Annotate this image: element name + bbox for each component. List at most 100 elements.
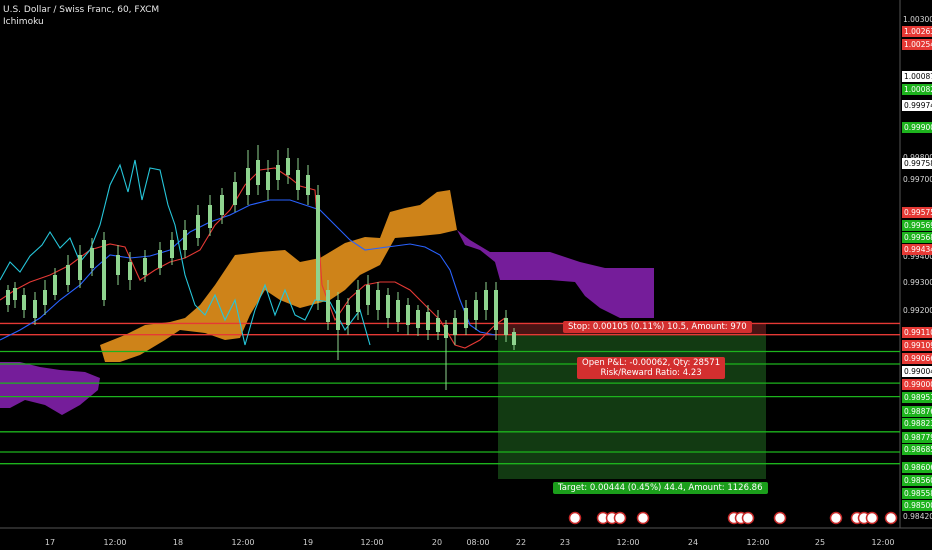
candle-body-16 [196,215,200,238]
candle-body-18 [220,195,224,215]
y-tick-label: 0.99200 [903,306,932,315]
candle-body-3 [33,300,37,318]
chart-background [0,0,932,550]
x-tick-label: 23 [559,538,571,547]
risk-reward-text: Risk/Reward Ratio: 4.23 [600,368,702,378]
event-marker-9 [829,511,843,525]
x-tick-label: 12:00 [103,538,127,547]
candle-body-47 [512,332,516,345]
candle-body-30 [346,305,350,325]
price-label: 0.98558 [902,488,932,499]
x-tick-label: 20 [431,538,443,547]
price-label: 0.98560 [902,475,932,486]
candle-body-5 [53,275,57,295]
price-label: 0.99758 [902,158,932,169]
price-label: 0.99109 [902,340,932,351]
y-tick-label: 0.99700 [903,175,932,184]
candle-body-21 [256,160,260,185]
y-tick-label: 0.99300 [903,278,932,287]
candle-body-36 [406,305,410,325]
candle-body-10 [116,255,120,275]
candle-body-29 [336,300,340,330]
chart-canvas[interactable] [0,0,932,550]
candle-body-20 [246,168,250,195]
event-marker-8 [773,511,787,525]
candle-body-19 [233,182,237,205]
candle-body-33 [376,290,380,310]
price-label: 0.98606 [902,462,932,473]
candle-body-46 [504,318,508,335]
x-tick-label: 08:00 [466,538,490,547]
indicator-label: Ichimoku [3,17,44,27]
price-label: 0.99004 [902,366,932,377]
price-label: 0.99575 [902,207,932,218]
price-label: 0.99110 [902,327,932,338]
candle-body-13 [158,250,162,268]
candle-body-31 [356,290,360,312]
price-label: 0.99000 [902,379,932,390]
x-tick-label: 24 [687,538,699,547]
candle-body-42 [464,308,468,328]
price-label: 1.00087 [902,71,932,82]
price-label: 0.98951 [902,392,932,403]
candle-body-35 [396,300,400,322]
event-marker-0 [568,511,582,525]
y-tick-label: 0.98420 [903,512,932,521]
candle-body-2 [22,295,26,310]
candle-body-8 [90,248,94,268]
candle-body-0 [6,290,10,305]
price-label: 1.00254 [902,39,932,50]
event-marker-7 [741,511,755,525]
x-tick-label: 22 [515,538,527,547]
candle-body-45 [494,290,498,330]
price-label: 0.98876 [902,406,932,417]
candle-body-32 [366,285,370,305]
candle-body-22 [266,172,270,190]
candle-body-7 [78,255,82,280]
price-label: 0.98779 [902,432,932,443]
x-tick-label: 25 [814,538,826,547]
price-label: 0.99066 [902,353,932,364]
candle-body-43 [474,300,478,320]
candle-body-14 [170,240,174,258]
candle-body-39 [436,318,440,332]
x-tick-label: 19 [302,538,314,547]
candle-body-11 [128,262,132,280]
candle-body-38 [426,312,430,330]
price-label: 0.99900 [902,122,932,133]
candle-body-17 [208,205,212,228]
price-label: 1.00263 [902,26,932,37]
event-marker-4 [636,511,650,525]
x-tick-label: 17 [44,538,56,547]
candle-body-15 [183,230,187,250]
candle-body-23 [276,165,280,180]
candle-body-27 [316,195,320,300]
candle-body-28 [326,290,330,322]
price-label: 1.00082 [902,84,932,95]
candle-body-37 [416,310,420,328]
candle-body-24 [286,158,290,175]
candle-body-6 [66,265,70,285]
price-label: 0.98500 [902,500,932,511]
target-tag: Target: 0.00444 (0.45%) 44.4, Amount: 11… [553,482,768,494]
candle-body-9 [102,240,106,300]
event-marker-12 [865,511,879,525]
event-marker-13 [884,511,898,525]
x-tick-label: 12:00 [231,538,255,547]
y-tick-label: 1.00300 [903,15,932,24]
candle-body-34 [386,295,390,318]
price-label: 0.99568 [902,232,932,243]
price-label: 0.99434 [902,244,932,255]
x-tick-label: 12:00 [746,538,770,547]
candle-body-12 [143,258,147,275]
chart-legend: U.S. Dollar / Swiss Franc, 60, FXCM Ichi… [3,4,159,28]
price-label: 0.98685 [902,444,932,455]
pnl-text: Open P&L: -0.00062, Qty: 28571 [582,358,721,368]
stop-tag: Stop: 0.00105 (0.11%) 10.5, Amount: 970 [563,321,752,333]
price-label: 0.99569 [902,220,932,231]
candle-body-26 [306,175,310,195]
candle-body-41 [453,318,457,335]
price-label: 0.99974 [902,100,932,111]
candle-body-1 [13,288,17,300]
candle-body-44 [484,290,488,310]
